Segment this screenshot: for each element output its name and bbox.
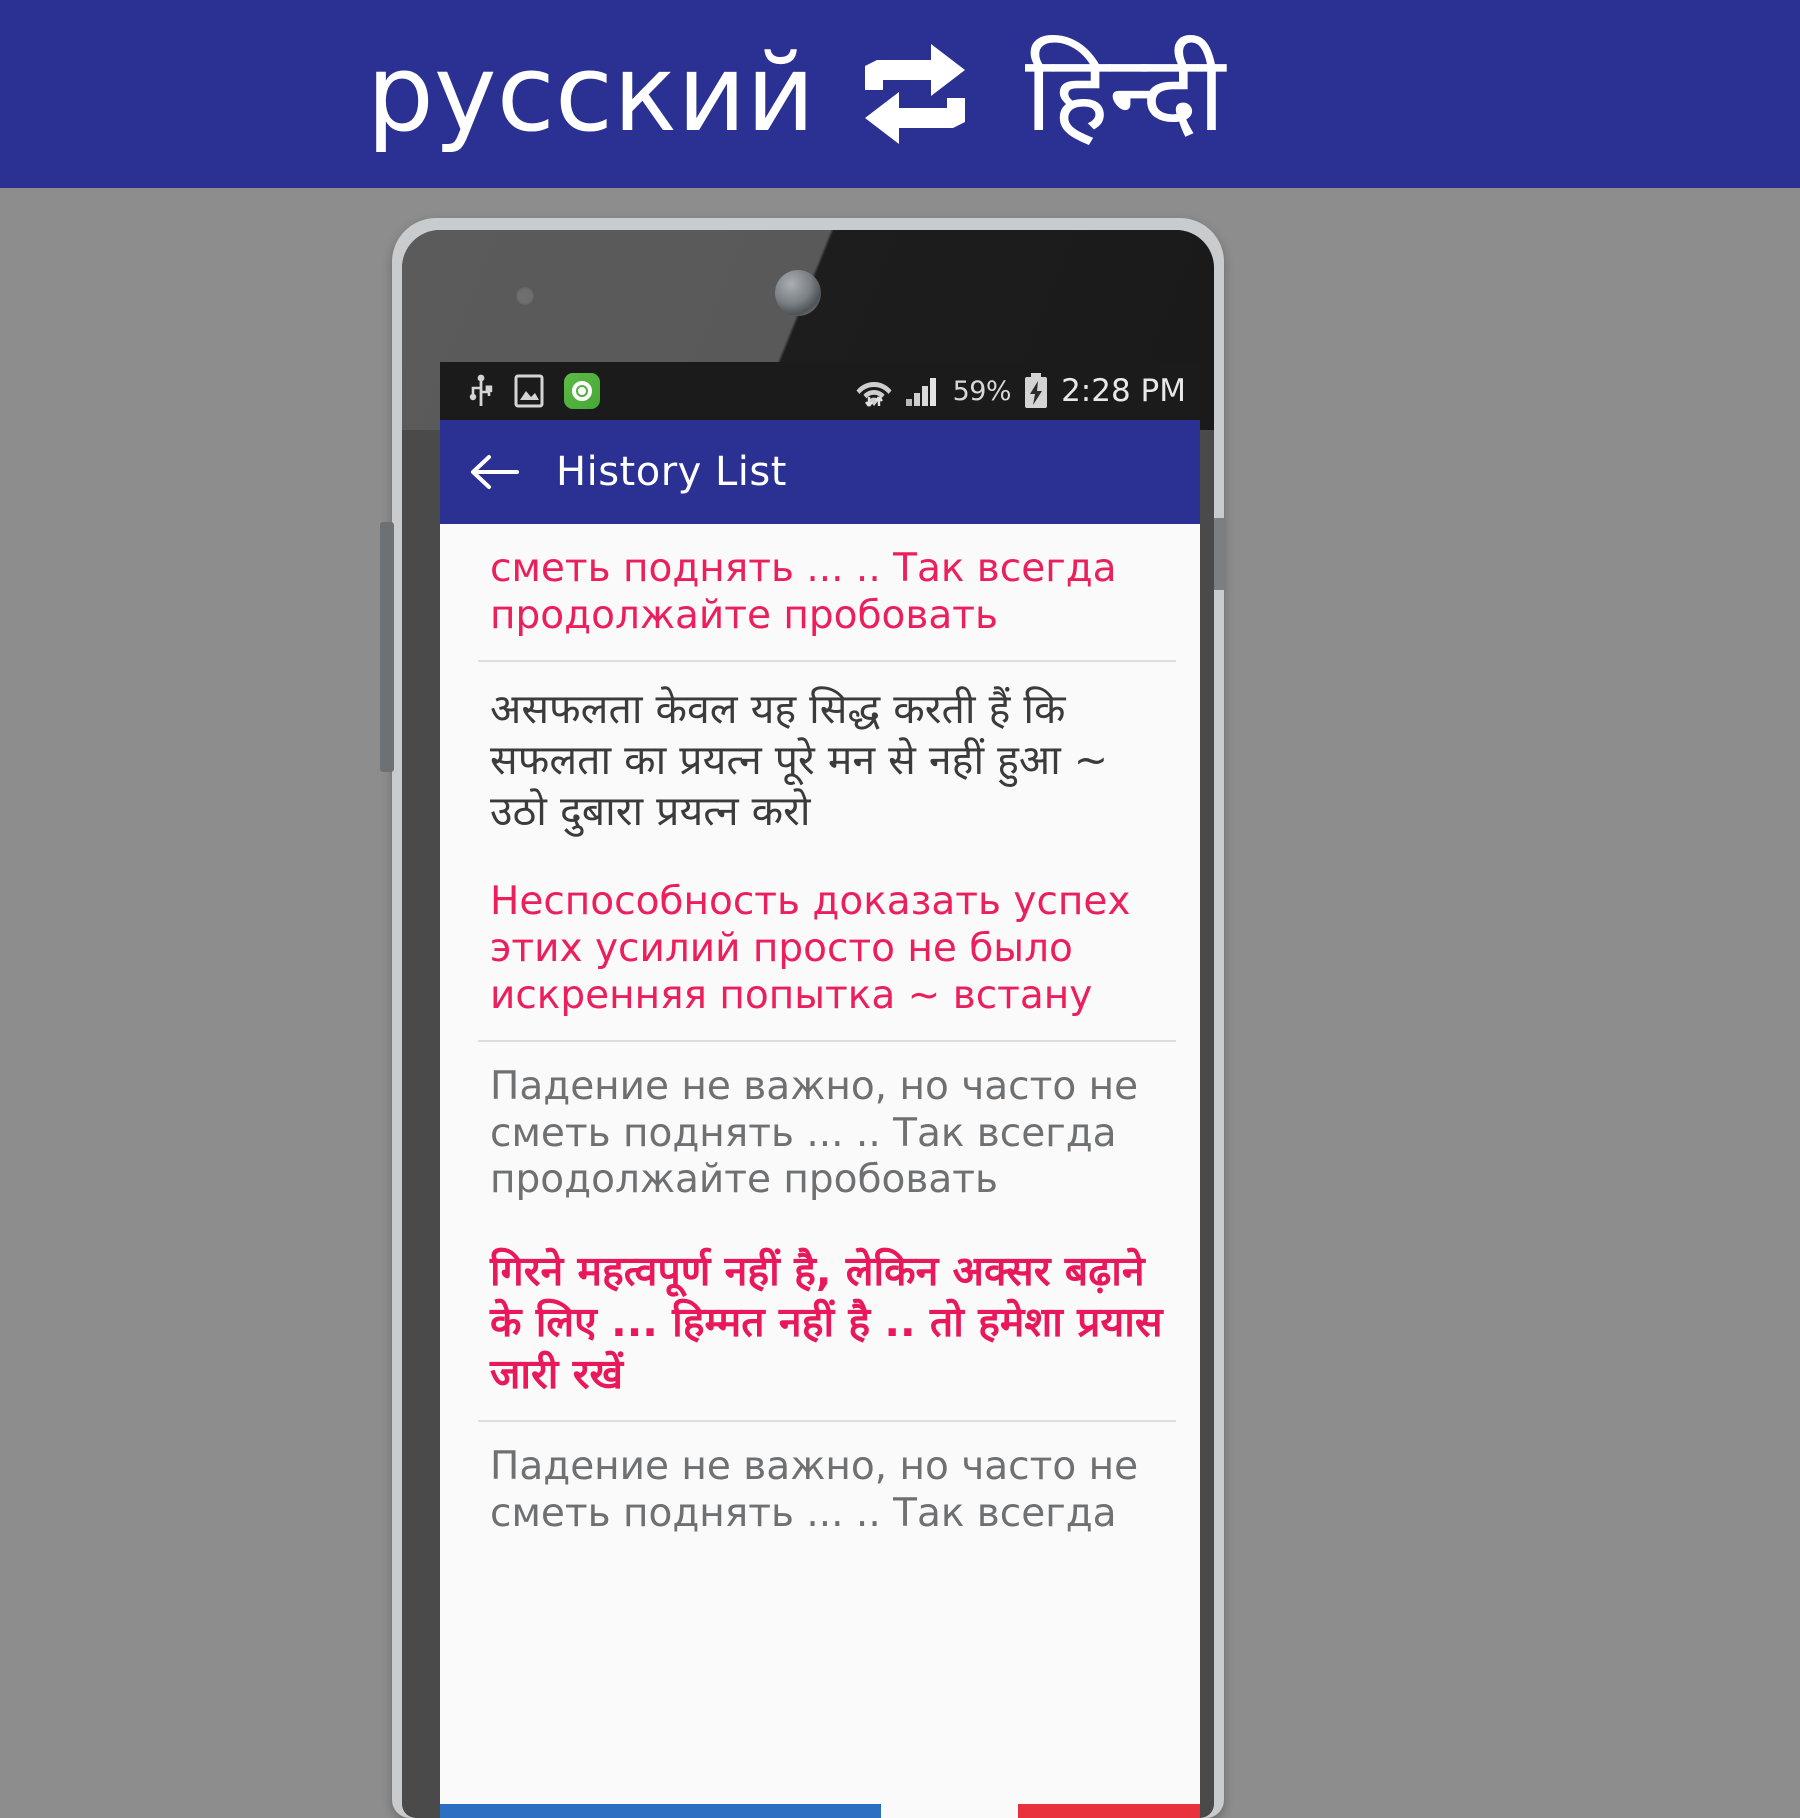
battery-charging-icon <box>1025 373 1048 408</box>
list-item[interactable]: Падение не важно, но часто не сметь подн… <box>440 1042 1200 1224</box>
list-item[interactable]: Падение не важно, но часто не сметь подн… <box>440 1422 1200 1558</box>
list-item[interactable]: Неспособность доказать успех этих усилий… <box>440 857 1200 1039</box>
bottom-bar-segment-white <box>880 1804 1018 1818</box>
language-pair-banner: русский हिन्दी <box>0 0 1800 188</box>
app-bar: History List <box>440 420 1200 524</box>
status-left-icons <box>468 373 600 409</box>
screenshot-icon <box>514 374 544 408</box>
bottom-bar-segment-blue <box>440 1804 881 1818</box>
source-language-label[interactable]: русский <box>195 41 845 147</box>
usb-icon <box>469 374 493 406</box>
target-language-label[interactable]: हिन्दी <box>985 41 1645 147</box>
history-entry-text: Падение не важно, но часто не сметь подн… <box>490 1063 1139 1203</box>
history-entry-text: गिरने महत्वपूर्ण नहीं है, लेकिन अक्सर बढ… <box>490 1247 1163 1398</box>
list-item[interactable]: сметь поднять ... .. Так всегда продолжа… <box>440 524 1200 660</box>
status-clock: 2:28 PM <box>1061 373 1186 409</box>
cellular-signal-icon <box>905 378 936 406</box>
bottom-bar-peek <box>440 1804 1200 1818</box>
front-camera-icon <box>515 286 535 306</box>
phone-mockup: 59% 2:28 PM History List сметь поднять .… <box>380 218 1226 1818</box>
history-entry-text: Неспособность доказать успех этих усилий… <box>490 879 1131 1018</box>
phone-bezel: 59% 2:28 PM History List сметь поднять .… <box>402 230 1214 1818</box>
battery-percent-label: 59% <box>952 375 1012 407</box>
history-entry-text: असफलता केवल यह सिद्ध करती हैं कि सफलता क… <box>490 684 1109 836</box>
list-item[interactable]: असफलता केवल यह सिद्ध करती हैं कि सफलता क… <box>440 662 1200 858</box>
volume-button <box>380 522 394 772</box>
swap-repeat-icon[interactable] <box>845 34 985 154</box>
earpiece-speaker <box>775 270 821 316</box>
history-entry-text: Падение не важно, но часто не сметь подн… <box>490 1443 1139 1536</box>
android-status-bar: 59% 2:28 PM <box>440 362 1200 420</box>
history-entry-text: сметь поднять ... .. Так всегда продолжа… <box>490 546 1117 638</box>
language-pair-row: русский हिन्दी <box>0 34 1800 154</box>
page-title: History List <box>556 449 787 495</box>
history-list[interactable]: сметь поднять ... .. Так всегда продолжа… <box>440 524 1200 1818</box>
status-right-icons: 59% 2:28 PM <box>855 373 1186 409</box>
wifi-icon <box>856 382 892 407</box>
list-item[interactable]: गिरने महत्वपूर्ण नहीं है, लेकिन अक्सर बढ… <box>440 1224 1200 1420</box>
bottom-bar-segment-red <box>1017 1804 1200 1818</box>
phone-screen: 59% 2:28 PM History List сметь поднять .… <box>440 362 1200 1818</box>
power-button <box>1212 518 1226 590</box>
back-arrow-icon[interactable] <box>468 445 522 499</box>
app-notification-icon <box>564 373 600 409</box>
